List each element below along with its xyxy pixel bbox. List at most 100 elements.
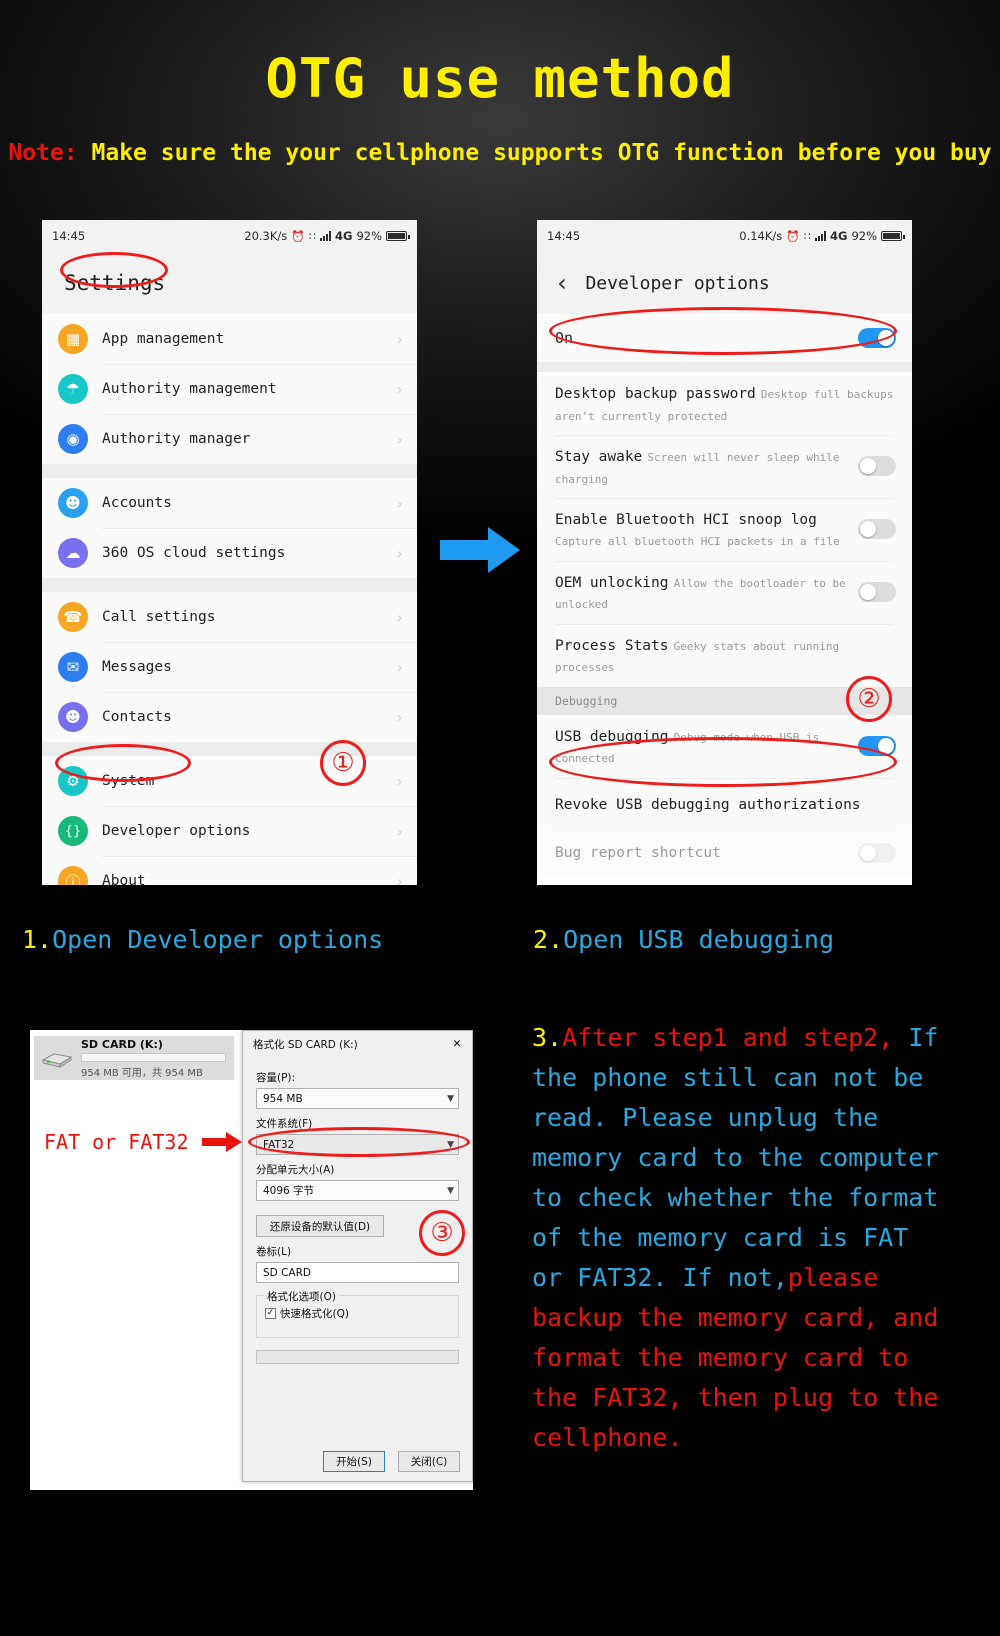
- chevron-right-icon: ›: [396, 771, 403, 791]
- option-revoke-usb-debugging[interactable]: Revoke USB debugging authorizations: [537, 777, 912, 832]
- sidebar-item-developer-options[interactable]: {} Developer options ›: [42, 806, 417, 856]
- step-3-red-headline: After step1 and step2,: [562, 1023, 894, 1052]
- filesystem-select[interactable]: FAT32 ▼: [256, 1134, 459, 1155]
- volume-label-input[interactable]: SD CARD: [256, 1262, 459, 1283]
- cloud-icon: ☁: [58, 538, 88, 568]
- master-switch-toggle[interactable]: [858, 328, 896, 348]
- phone-screenshot-settings: 14:45 20.3K/s ⏰ ∷ 4G 92% Settings ▦ App …: [42, 220, 417, 885]
- drive-panel[interactable]: SD CARD (K:) 954 MB 可用，共 954 MB: [34, 1036, 234, 1080]
- dialog-buttons: 开始(S) 关闭(C): [323, 1451, 460, 1472]
- chevron-right-icon: ›: [396, 329, 403, 349]
- bug-report-toggle[interactable]: [858, 843, 896, 864]
- row-label: Developer options: [102, 823, 251, 839]
- step-3-blue-text: If the phone still can not be read. Plea…: [532, 1023, 939, 1292]
- allocation-value: 4096 字节: [263, 1185, 315, 1197]
- chevron-down-icon: ▼: [447, 1093, 454, 1104]
- sidebar-item-authority-management[interactable]: ☂ Authority management ›: [42, 364, 417, 414]
- sidebar-item-cloud-settings[interactable]: ☁ 360 OS cloud settings ›: [42, 528, 417, 578]
- chevron-right-icon: ›: [396, 379, 403, 399]
- step-3-instructions: 3.After step1 and step2, If the phone st…: [532, 1018, 952, 1458]
- braces-icon: {}: [58, 816, 88, 846]
- dual-sim-icon: ∷: [308, 229, 316, 243]
- sidebar-item-authority-manager[interactable]: ◉ Authority manager ›: [42, 414, 417, 464]
- status-network-type: 4G: [334, 229, 353, 243]
- step-3-blue-tail: If not,: [682, 1263, 788, 1292]
- step-3-number: 3.: [532, 1023, 563, 1052]
- start-button[interactable]: 开始(S): [323, 1451, 385, 1472]
- option-usb-debugging[interactable]: USB debugging Debug mode when USB is con…: [537, 714, 912, 778]
- developer-master-switch-row[interactable]: On: [537, 314, 912, 362]
- usb-debugging-toggle[interactable]: [858, 736, 896, 757]
- sidebar-item-messages[interactable]: ✉ Messages ›: [42, 642, 417, 692]
- chevron-right-icon: ›: [396, 657, 403, 677]
- row-label: Messages: [102, 659, 172, 675]
- bluetooth-snoop-toggle[interactable]: [858, 519, 896, 540]
- sidebar-item-accounts[interactable]: ☻ Accounts ›: [42, 478, 417, 528]
- dual-sim-icon: ∷: [803, 229, 811, 243]
- row-label: App management: [102, 331, 225, 347]
- signal-bars-icon: [319, 231, 331, 241]
- option-bug-report-shortcut[interactable]: Bug report shortcut: [537, 831, 912, 875]
- option-title: USB debugging: [555, 728, 669, 745]
- status-battery-percent: 92%: [356, 229, 382, 243]
- option-stay-awake[interactable]: Stay awake Screen will never sleep while…: [537, 434, 912, 498]
- chevron-right-icon: ›: [396, 493, 403, 513]
- stay-awake-toggle[interactable]: [858, 456, 896, 477]
- back-chevron-icon[interactable]: ‹: [555, 271, 569, 295]
- row-label: Authority management: [102, 381, 277, 397]
- chevron-right-icon: ›: [396, 707, 403, 727]
- option-title: Stay awake: [555, 448, 643, 465]
- status-network-type: 4G: [829, 229, 848, 243]
- option-process-stats[interactable]: Process Stats Geeky stats about running …: [537, 623, 912, 687]
- option-desktop-backup-password[interactable]: Desktop backup password Desktop full bac…: [537, 372, 912, 435]
- drive-free-space: 954 MB 可用，共 954 MB: [81, 1067, 203, 1079]
- oem-unlocking-toggle[interactable]: [858, 582, 896, 603]
- capacity-select[interactable]: 954 MB ▼: [256, 1088, 459, 1109]
- option-bluetooth-hci-snoop-log[interactable]: Enable Bluetooth HCI snoop log Capture a…: [537, 497, 912, 561]
- page-note: Note: Make sure the your cellphone suppo…: [0, 140, 1000, 166]
- row-label: Call settings: [102, 609, 216, 625]
- chevron-right-icon: ›: [396, 607, 403, 627]
- list-divider: [537, 362, 912, 372]
- drive-capacity-bar: [81, 1052, 226, 1062]
- chevron-right-icon: ›: [396, 871, 403, 886]
- option-oem-unlocking[interactable]: OEM unlocking Allow the bootloader to be…: [537, 560, 912, 624]
- note-text: Make sure the your cellphone supports OT…: [91, 140, 992, 166]
- row-label: Authority manager: [102, 431, 251, 447]
- developer-options-title: Developer options: [585, 272, 770, 294]
- caption-step-1-text: Open Developer options: [52, 925, 384, 954]
- quick-format-checkbox[interactable]: ✓ 快速格式化(Q): [265, 1306, 450, 1321]
- row-label: About: [102, 873, 146, 885]
- sidebar-item-app-management[interactable]: ▦ App management ›: [42, 314, 417, 364]
- status-bar: 14:45 20.3K/s ⏰ ∷ 4G 92%: [42, 220, 417, 252]
- status-time: 14:45: [547, 229, 581, 243]
- chevron-right-icon: ›: [396, 821, 403, 841]
- signal-bars-icon: [814, 231, 826, 241]
- allocation-select[interactable]: 4096 字节 ▼: [256, 1180, 459, 1201]
- developer-options-list: Desktop backup password Desktop full bac…: [537, 372, 912, 875]
- option-title: Revoke USB debugging authorizations: [555, 796, 861, 813]
- quick-format-label: 快速格式化(Q): [280, 1308, 349, 1320]
- person-icon: ☻: [58, 488, 88, 518]
- close-button[interactable]: 关闭(C): [398, 1451, 460, 1472]
- sidebar-item-about[interactable]: ⓘ About ›: [42, 856, 417, 885]
- sidebar-item-call-settings[interactable]: ☎ Call settings ›: [42, 592, 417, 642]
- red-arrow-icon: [202, 1132, 242, 1152]
- option-title: Enable Bluetooth HCI snoop log: [555, 511, 817, 528]
- drive-label: SD CARD (K:): [81, 1037, 163, 1051]
- contacts-icon: ☻: [58, 702, 88, 732]
- capacity-label: 容量(P):: [256, 1072, 296, 1084]
- windows-format-screenshot: SD CARD (K:) 954 MB 可用，共 954 MB 格式化 SD C…: [30, 1030, 473, 1490]
- caption-step-1: 1.Open Developer options: [22, 925, 383, 954]
- option-title: Process Stats: [555, 637, 669, 654]
- option-title: Desktop backup password: [555, 386, 756, 402]
- chevron-down-icon: ▼: [447, 1139, 454, 1150]
- close-icon[interactable]: ✕: [442, 1031, 472, 1057]
- restore-defaults-button[interactable]: 还原设备的默认值(D): [256, 1215, 384, 1237]
- sidebar-item-contacts[interactable]: ☻ Contacts ›: [42, 692, 417, 742]
- dialog-titlebar: 格式化 SD CARD (K:) ✕: [243, 1031, 472, 1057]
- annotation-number-1: ①: [320, 740, 366, 786]
- format-dialog: 格式化 SD CARD (K:) ✕ 容量(P): 954 MB ▼ 文件系统(…: [242, 1030, 473, 1482]
- list-divider: [42, 464, 417, 478]
- annotation-number-2: ②: [846, 676, 892, 722]
